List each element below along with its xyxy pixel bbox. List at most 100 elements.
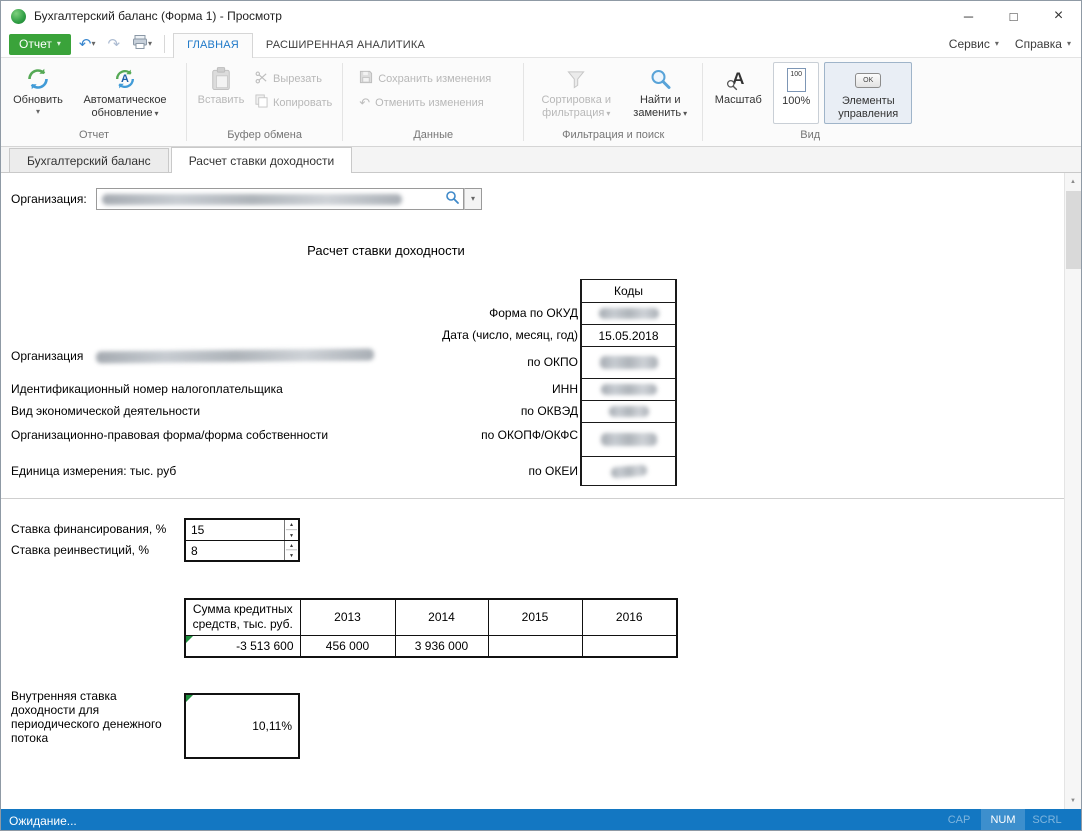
find-replace-button[interactable]: Найти и заменить▾ — [623, 62, 697, 124]
ribbon-tab-main[interactable]: ГЛАВНАЯ — [173, 33, 253, 58]
copy-button[interactable]: Копировать — [250, 93, 337, 112]
scroll-down-icon: ▼ — [1070, 798, 1076, 804]
auto-refresh-button[interactable]: A Автоматическое обновление▾ — [69, 62, 181, 124]
credit-value-initial[interactable]: -3 513 600 — [185, 635, 300, 657]
controls-toggle-button[interactable]: OK Элементы управления — [824, 62, 912, 124]
spinner-down-icon[interactable]: ▼ — [286, 531, 297, 539]
credit-header-2014: 2014 — [395, 599, 488, 635]
spinner-down-icon[interactable]: ▼ — [286, 552, 297, 560]
cancel-changes-label: Отменить изменения — [375, 97, 484, 109]
ribbon-tab-analytics[interactable]: РАСШИРЕННАЯ АНАЛИТИКА — [253, 33, 438, 57]
vertical-scrollbar[interactable]: ▲ ▼ — [1064, 173, 1081, 809]
refresh-label: Обновить — [13, 94, 63, 107]
cancel-changes-button[interactable]: ↶ Отменить изменения — [354, 93, 496, 112]
credit-header-2015: 2015 — [488, 599, 582, 635]
copy-label: Копировать — [273, 97, 332, 109]
status-text: Ожидание... — [9, 814, 77, 828]
service-menu-label: Сервис — [949, 37, 990, 51]
inn-code-label: ИНН — [251, 381, 578, 397]
doc-tab-rate-calc[interactable]: Расчет ставки доходности — [171, 147, 353, 173]
ok-glyph: OK — [863, 77, 873, 84]
paste-button[interactable]: Вставить — [192, 62, 250, 124]
scroll-up-button[interactable]: ▲ — [1065, 173, 1081, 190]
financing-rate-input[interactable]: 15 ▲ ▼ — [186, 520, 298, 540]
credit-value-2014[interactable]: 3 936 000 — [395, 635, 488, 657]
credit-value-2016[interactable] — [582, 635, 677, 657]
ribbon-group-data-label: Данные — [344, 129, 522, 146]
close-icon: × — [1054, 7, 1063, 25]
undo-button[interactable]: ↶ ▾ — [75, 33, 100, 55]
app-icon — [11, 9, 26, 24]
save-changes-button[interactable]: Сохранить изменения — [354, 69, 496, 88]
redo-button[interactable]: ↷ — [103, 33, 124, 55]
window-controls: ─ □ × — [946, 1, 1081, 31]
controls-label: Элементы управления — [825, 95, 911, 121]
paste-label: Вставить — [198, 94, 245, 107]
scissors-icon — [255, 71, 268, 87]
caret-down-icon: ▾ — [995, 40, 999, 48]
codes-value-okei — [580, 456, 677, 486]
window-title: Бухгалтерский баланс (Форма 1) - Просмот… — [34, 9, 282, 23]
caret-down-icon: ▾ — [606, 109, 610, 118]
reinvest-rate-value: 8 — [186, 541, 284, 560]
org-input-redacted-value — [102, 194, 402, 205]
num-lock-indicator: NUM — [981, 809, 1025, 831]
refresh-button[interactable]: Обновить ▾ — [7, 62, 69, 124]
service-menu[interactable]: Сервис ▾ — [949, 37, 999, 51]
zoom-button[interactable]: A Масштаб — [708, 62, 768, 124]
ribbon-group-data: Сохранить изменения ↶ Отменить изменения… — [344, 58, 522, 146]
activity-label: Вид экономической деятельности — [11, 403, 200, 419]
app-window: Бухгалтерский баланс (Форма 1) - Просмот… — [0, 0, 1082, 831]
spinner-up-icon[interactable]: ▲ — [286, 542, 297, 551]
zoom-100-icon: 100 — [787, 65, 806, 95]
scroll-down-button[interactable]: ▼ — [1065, 792, 1081, 809]
codes-value-okpo — [580, 346, 677, 379]
credit-value-2015[interactable] — [488, 635, 582, 657]
controls-icon: OK — [855, 65, 881, 95]
save-icon — [359, 70, 373, 87]
search-icon[interactable] — [445, 190, 460, 208]
irr-value-box: 10,11% — [184, 693, 300, 759]
ribbon-group-report-label: Отчет — [3, 129, 185, 146]
group-separator — [342, 63, 343, 141]
doc-tab-balance[interactable]: Бухгалтерский баланс — [9, 148, 169, 172]
caret-down-icon: ▾ — [683, 109, 687, 118]
printer-icon — [132, 34, 148, 55]
credit-table-header-row: Сумма кредитных средств, тыс. руб. 2013 … — [185, 599, 677, 635]
refresh-icon — [25, 64, 51, 94]
okud-label: Форма по ОКУД — [251, 305, 578, 321]
save-changes-label: Сохранить изменения — [378, 73, 491, 85]
find-replace-label: Найти и заменить — [633, 94, 681, 119]
print-button[interactable]: ▾ — [128, 33, 156, 55]
org-dropdown-button[interactable]: ▾ — [464, 188, 482, 210]
minimize-button[interactable]: ─ — [946, 1, 991, 31]
ribbon-group-filter-label: Фильтрация и поиск — [525, 129, 701, 146]
maximize-icon: □ — [1010, 9, 1018, 24]
codes-value-inn — [580, 378, 677, 401]
maximize-button[interactable]: □ — [991, 1, 1036, 31]
keyboard-indicators: CAP NUM SCRL — [937, 809, 1069, 831]
report-menu-button[interactable]: Отчет ▾ — [9, 34, 71, 55]
undo-changes-icon: ↶ — [359, 95, 370, 111]
caret-down-icon: ▾ — [471, 195, 475, 203]
close-button[interactable]: × — [1036, 1, 1081, 31]
caret-down-icon: ▾ — [155, 109, 159, 118]
zoom-100-button[interactable]: 100 100% — [773, 62, 819, 124]
cut-button[interactable]: Вырезать — [250, 69, 337, 88]
scrollbar-thumb[interactable] — [1066, 191, 1081, 269]
okved-label: по ОКВЭД — [251, 403, 578, 419]
minimize-icon: ─ — [964, 9, 973, 24]
sort-filter-button[interactable]: Сортировка и фильтрация▾ — [529, 62, 623, 124]
group-separator — [186, 63, 187, 141]
org-input[interactable] — [96, 188, 464, 210]
credit-header-2013: 2013 — [300, 599, 395, 635]
spinner-up-icon[interactable]: ▲ — [286, 521, 297, 530]
credit-value-2013[interactable]: 456 000 — [300, 635, 395, 657]
search-icon — [648, 64, 672, 94]
reinvest-rate-input[interactable]: 8 ▲ ▼ — [186, 540, 298, 560]
financing-rate-value: 15 — [186, 520, 284, 540]
help-menu[interactable]: Справка ▾ — [1015, 37, 1071, 51]
caret-down-icon: ▾ — [57, 40, 61, 48]
cut-label: Вырезать — [273, 73, 322, 85]
ribbon-group-clipboard: Вставить Вырезать Копировать Буфер обмен… — [188, 58, 341, 146]
